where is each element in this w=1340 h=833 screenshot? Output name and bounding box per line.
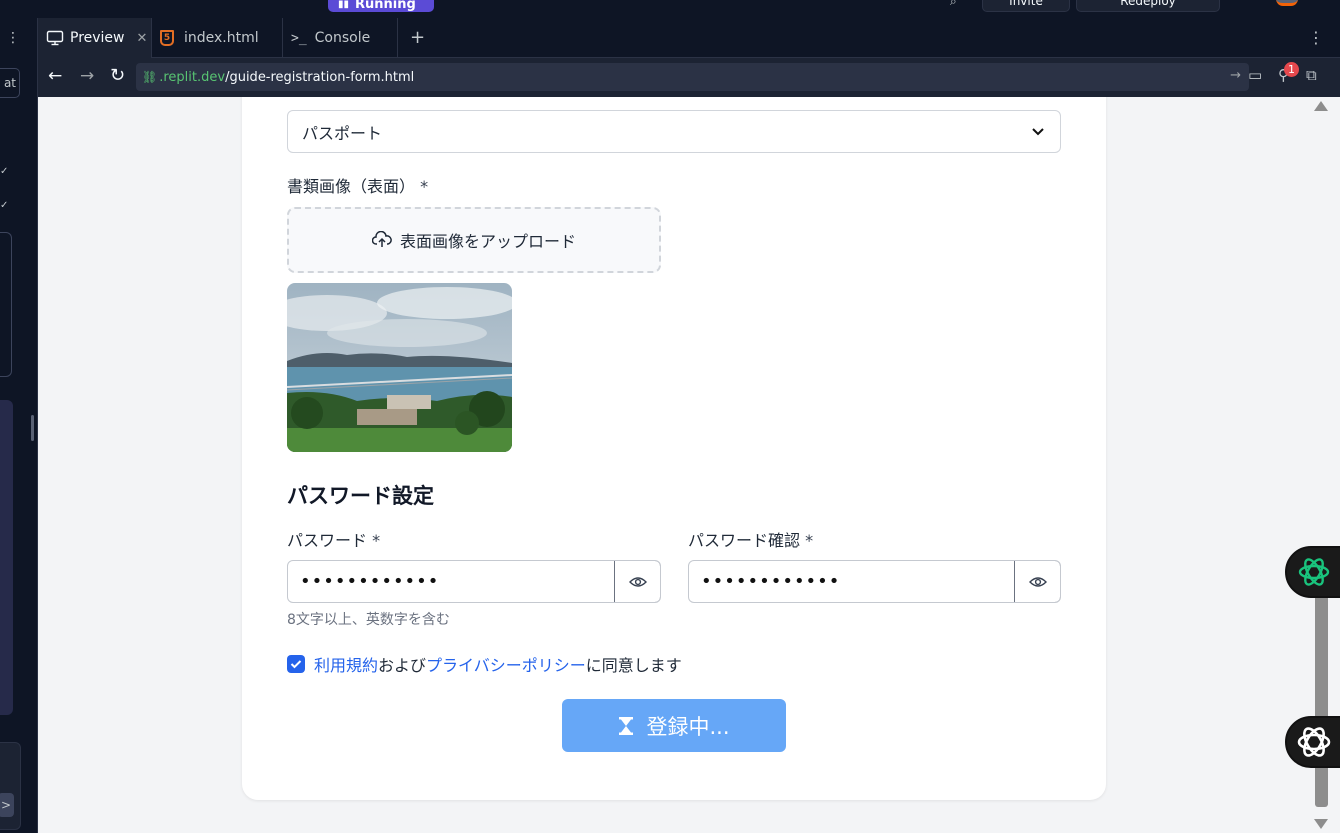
cloud-upload-icon [371, 231, 392, 247]
forward-icon[interactable]: → [80, 66, 94, 86]
link-icon: ⛓ [142, 70, 158, 84]
password-field[interactable]: •••••••••••• [287, 560, 661, 603]
landscape-photo [287, 283, 512, 452]
tab-label: index.html [184, 30, 259, 46]
tab-console[interactable]: >_ Console [283, 18, 398, 58]
hourglass-icon [619, 716, 634, 735]
url-domain: .replit.dev [159, 69, 226, 85]
running-icon: ▮▮ [338, 0, 350, 10]
front-image-upload[interactable]: 表面画像をアップロード [287, 207, 661, 273]
devices-icon[interactable]: ▭ [1248, 66, 1262, 84]
html5-icon: 5 [160, 30, 174, 46]
password-input[interactable]: •••••••••••• [288, 561, 614, 602]
openai-white-icon [1297, 727, 1331, 757]
invite-button[interactable]: Invite [982, 0, 1070, 12]
terms-link[interactable]: 利用規約 [314, 652, 378, 676]
search-icon[interactable]: ⌕ [950, 0, 957, 9]
send-button[interactable]: > [0, 793, 14, 817]
scroll-up-icon[interactable] [1314, 101, 1328, 111]
toggle-password-visibility[interactable] [614, 561, 660, 602]
password-confirm-field[interactable]: •••••••••••• [688, 560, 1061, 603]
openai-green-icon [1298, 558, 1330, 586]
document-type-value: パスポート [302, 123, 383, 143]
scrollbar-thumb[interactable] [1315, 592, 1328, 807]
url-field[interactable]: ⛓ .replit.dev /guide-registration-form.h… [136, 63, 1249, 91]
terms-and-text: および [378, 656, 427, 675]
browser-toolbar: ← → ↻ ⛓ .replit.dev /guide-registration-… [38, 58, 1340, 97]
document-image-label: 書類画像（表面） * [287, 177, 429, 196]
register-button-label: 登録中... [646, 714, 730, 739]
checkmark-icon: ✓ [0, 200, 9, 211]
close-icon[interactable]: ✕ [137, 31, 148, 46]
openai-extension-button[interactable] [1285, 716, 1340, 768]
required-mark: * [372, 531, 381, 550]
password-confirm-label: パスワード確認 * [688, 531, 814, 550]
document-type-select[interactable]: パスポート [287, 110, 1061, 153]
run-status-label: Running [355, 0, 416, 12]
chat-input-box[interactable]: > [0, 742, 21, 830]
back-icon[interactable]: ← [48, 66, 62, 86]
privacy-link[interactable]: プライバシーポリシー [426, 652, 586, 676]
upload-label: 表面画像をアップロード [399, 232, 576, 251]
tab-index-html[interactable]: 5 index.html [152, 18, 283, 58]
terms-suffix-text: に同意します [585, 656, 682, 675]
refresh-icon[interactable]: ↻ [110, 65, 125, 86]
terms-row: 利用規約 および プライバシーポリシー に同意します [287, 652, 682, 676]
preview-page: パスポート 書類画像（表面） * 表面画像をアップロード パスワード設定 パスワ… [38, 97, 1310, 833]
run-status-button[interactable]: ▮▮ Running [328, 0, 434, 12]
tab-bar: Preview ✕ 5 index.html >_ Console + ⋮ [38, 18, 1340, 58]
tab-label: Preview [70, 30, 125, 46]
chatgpt-extension-button[interactable] [1285, 546, 1340, 598]
monitor-icon [46, 30, 64, 46]
terms-checkbox[interactable] [287, 655, 305, 673]
agent-panel-card [0, 232, 12, 377]
scroll-down-icon[interactable] [1314, 819, 1328, 829]
chat-tab[interactable]: at [0, 68, 20, 98]
tab-label: Console [314, 30, 371, 46]
password-confirm-input[interactable]: •••••••••••• [689, 561, 1014, 602]
password-hint: 8文字以上、英数字を含む [287, 612, 450, 628]
go-icon[interactable]: → [1230, 68, 1241, 83]
required-mark: * [805, 531, 814, 550]
pane-menu-icon[interactable]: ⋮ [1308, 28, 1324, 47]
password-label: パスワード * [287, 531, 381, 550]
redeploy-button[interactable]: Redeploy [1076, 0, 1220, 12]
eye-icon [1028, 576, 1047, 587]
checkmark-icon [290, 660, 302, 669]
toggle-password-confirm-visibility[interactable] [1014, 561, 1060, 602]
eye-icon [628, 576, 647, 587]
registration-card: パスポート 書類画像（表面） * 表面画像をアップロード パスワード設定 パスワ… [242, 97, 1106, 800]
uploaded-image-preview [287, 283, 512, 452]
required-mark: * [420, 177, 429, 196]
more-menu-icon[interactable]: ⋮ [6, 30, 20, 46]
agent-panel-message [0, 400, 13, 715]
checkmark-icon: ✓ [0, 166, 9, 177]
workspace-header: ▮▮ Running ⌕ Invite Redeploy [0, 0, 1340, 18]
notification-badge: 1 [1284, 62, 1299, 77]
tab-preview[interactable]: Preview ✕ [38, 18, 152, 58]
avatar[interactable] [1276, 0, 1298, 6]
terminal-icon: >_ [291, 30, 307, 46]
resize-handle[interactable] [31, 415, 34, 441]
chevron-down-icon [1032, 128, 1044, 136]
password-section-title: パスワード設定 [287, 484, 434, 508]
register-button[interactable]: 登録中... [562, 699, 786, 752]
add-tab-button[interactable]: + [410, 27, 425, 48]
open-new-tab-icon[interactable]: ⧉ [1306, 66, 1317, 84]
url-path: /guide-registration-form.html [225, 69, 415, 85]
